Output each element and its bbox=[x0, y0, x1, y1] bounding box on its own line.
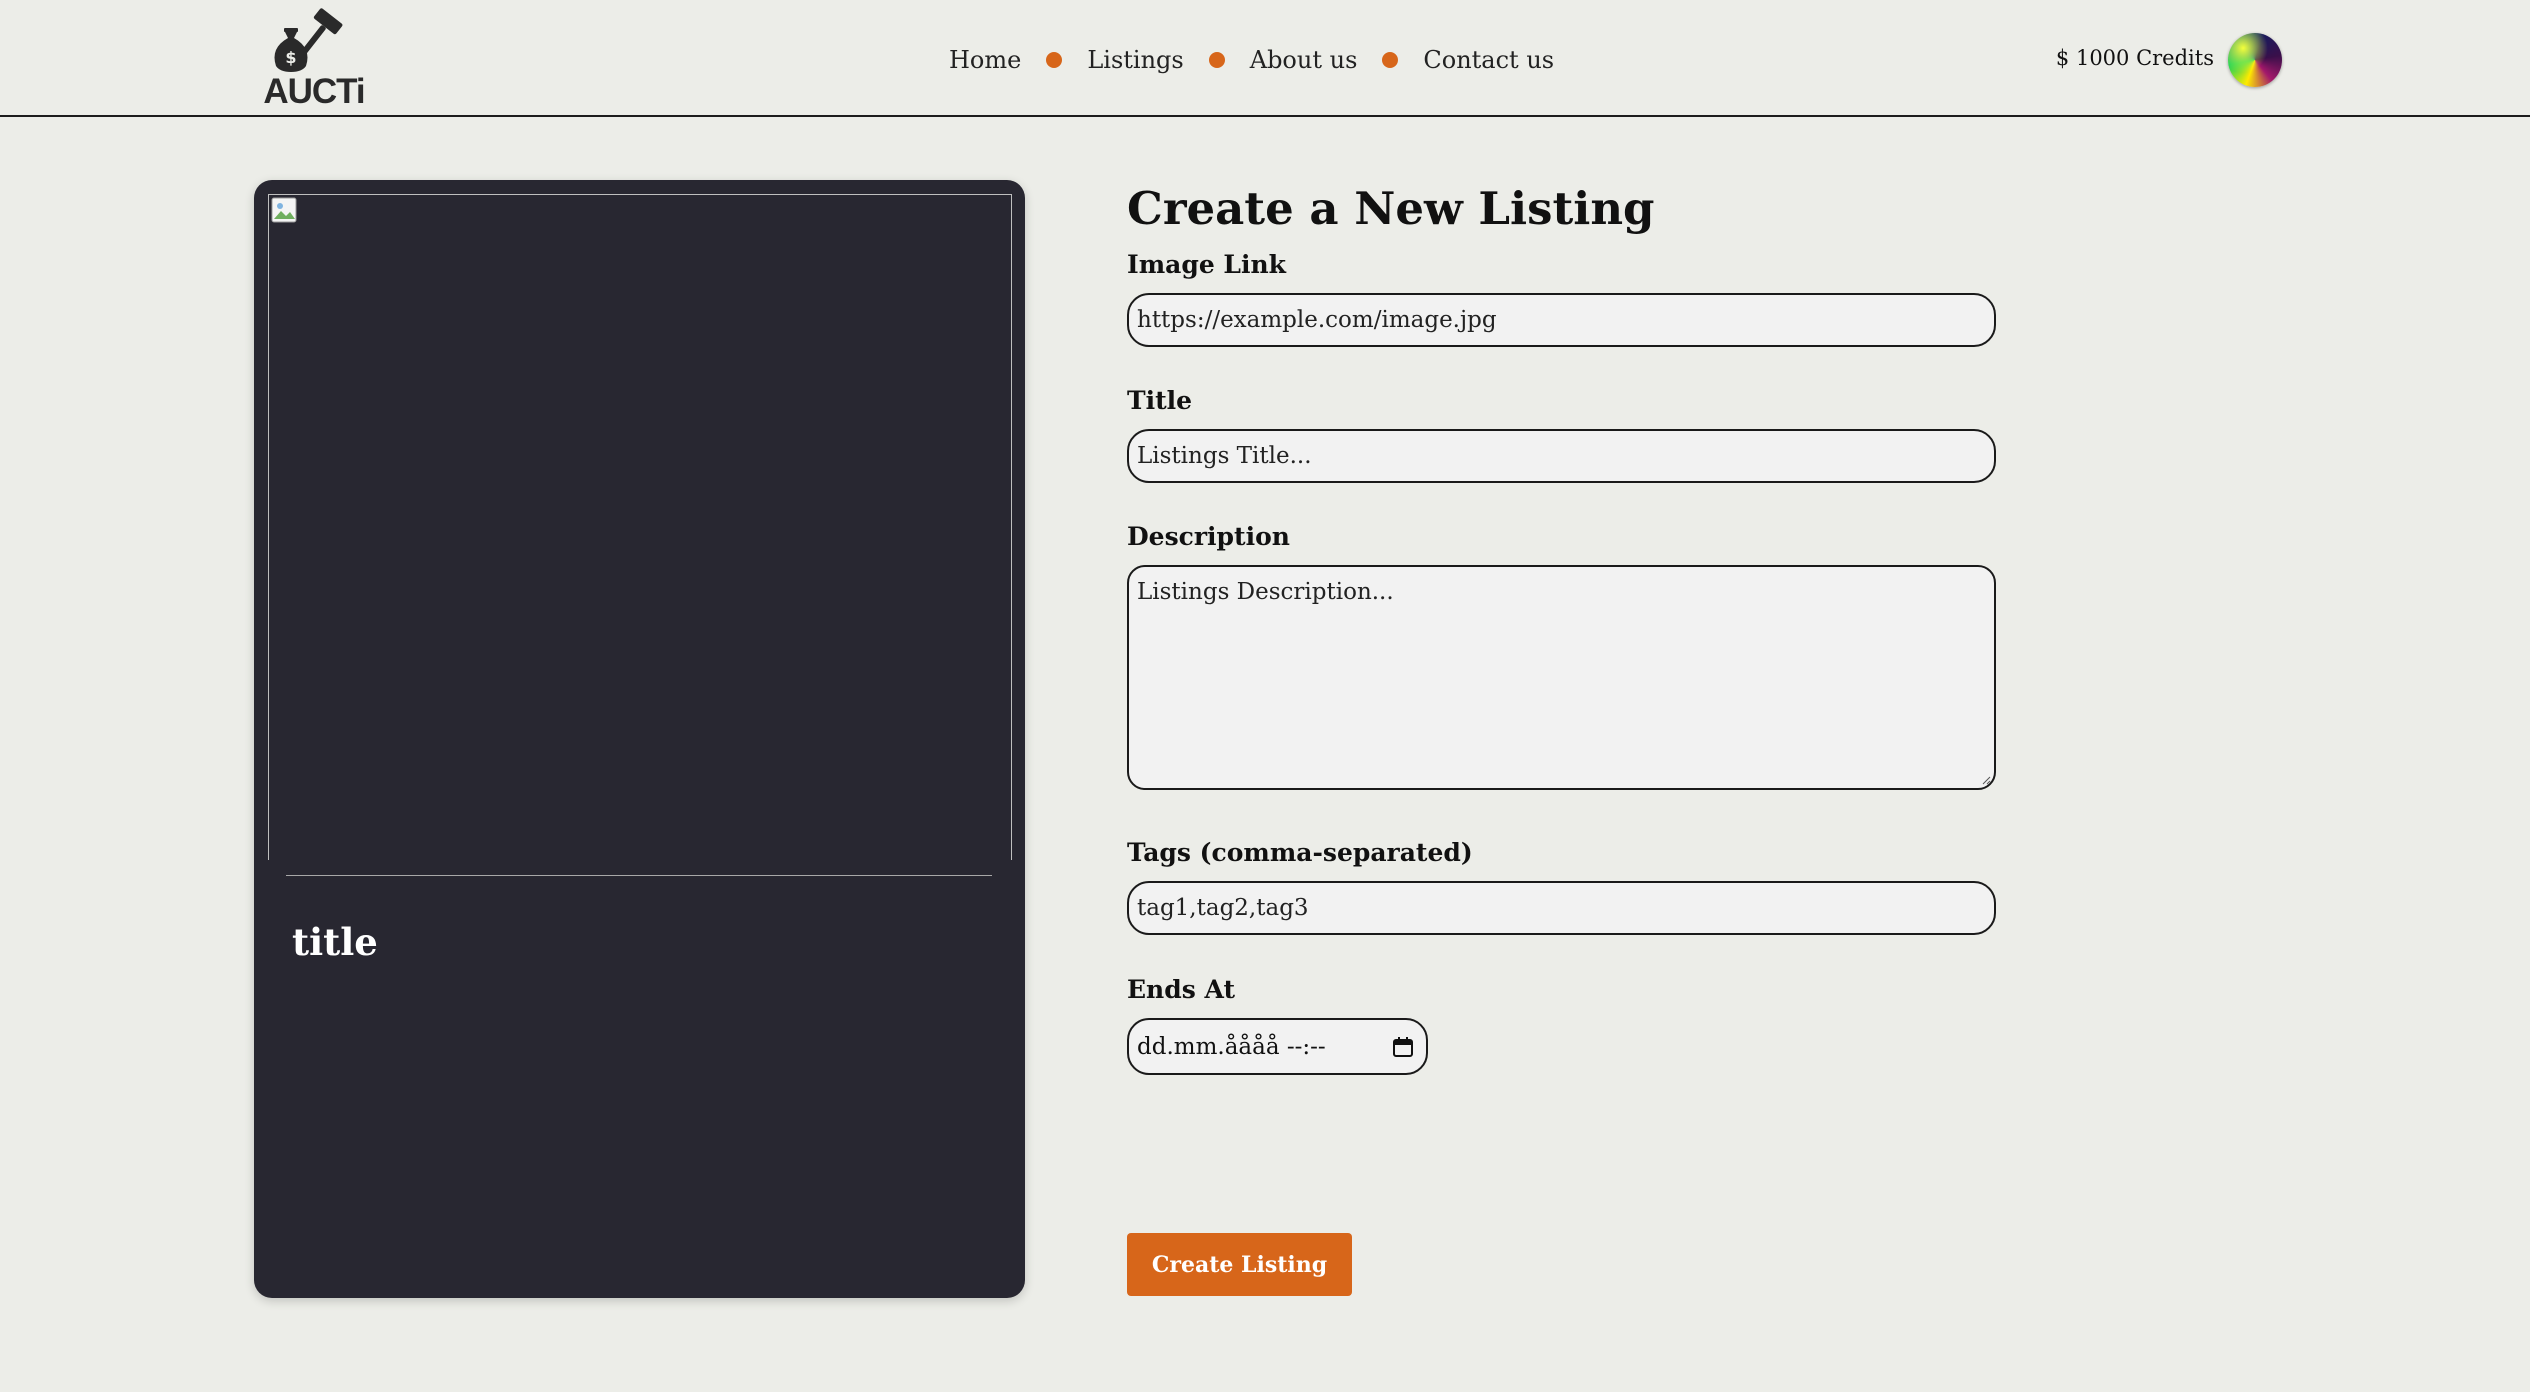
description-placeholder: Listings Description... bbox=[1137, 579, 1394, 605]
calendar-icon[interactable] bbox=[1392, 1036, 1414, 1058]
gavel-moneybag-icon: $ bbox=[274, 8, 343, 72]
ends-at-value: dd.mm.åååå --:-- bbox=[1137, 1033, 1326, 1060]
svg-text:$: $ bbox=[285, 48, 296, 67]
title-label: Title bbox=[1127, 386, 1193, 415]
title-input[interactable]: Listings Title... bbox=[1127, 429, 1996, 483]
site-header: $ AUCTi Home Listings About us Contact u… bbox=[0, 0, 2530, 117]
nav-about-link[interactable]: About us bbox=[1250, 46, 1358, 74]
main-nav: Home Listings About us Contact us bbox=[949, 40, 1554, 80]
create-listing-button[interactable]: Create Listing bbox=[1127, 1233, 1352, 1296]
listing-preview-card: title bbox=[254, 180, 1025, 1298]
tags-label: Tags (comma-separated) bbox=[1127, 838, 1473, 867]
credits-balance: $ 1000 Credits bbox=[2055, 46, 2214, 70]
image-link-label: Image Link bbox=[1127, 250, 1287, 279]
page-title: Create a New Listing bbox=[1127, 182, 1655, 235]
tags-input[interactable]: tag1,tag2,tag3 bbox=[1127, 881, 1996, 935]
logo-wordmark: AUCTi bbox=[263, 72, 365, 111]
description-label: Description bbox=[1127, 522, 1290, 551]
card-divider bbox=[286, 875, 992, 876]
nav-separator-dot bbox=[1382, 52, 1399, 68]
title-placeholder: Listings Title... bbox=[1137, 443, 1312, 469]
preview-title: title bbox=[292, 920, 378, 964]
image-link-value: https://example.com/image.jpg bbox=[1137, 307, 1497, 333]
nav-separator-dot bbox=[1208, 52, 1225, 68]
nav-separator-dot bbox=[1046, 52, 1063, 68]
site-logo[interactable]: $ AUCTi bbox=[262, 8, 366, 112]
ends-at-label: Ends At bbox=[1127, 975, 1235, 1004]
image-link-input[interactable]: https://example.com/image.jpg bbox=[1127, 293, 1996, 347]
description-textarea[interactable]: Listings Description... bbox=[1127, 565, 1996, 790]
nav-contact-link[interactable]: Contact us bbox=[1423, 46, 1554, 74]
resize-grip-icon[interactable] bbox=[1981, 775, 1991, 785]
ends-at-datetime-input[interactable]: dd.mm.åååå --:-- bbox=[1127, 1018, 1428, 1075]
nav-listings-link[interactable]: Listings bbox=[1087, 46, 1183, 74]
listing-preview-image bbox=[268, 194, 1012, 860]
user-avatar[interactable] bbox=[2228, 33, 2282, 87]
broken-image-icon bbox=[271, 197, 297, 223]
tags-value: tag1,tag2,tag3 bbox=[1137, 895, 1309, 921]
nav-home-link[interactable]: Home bbox=[949, 46, 1021, 74]
